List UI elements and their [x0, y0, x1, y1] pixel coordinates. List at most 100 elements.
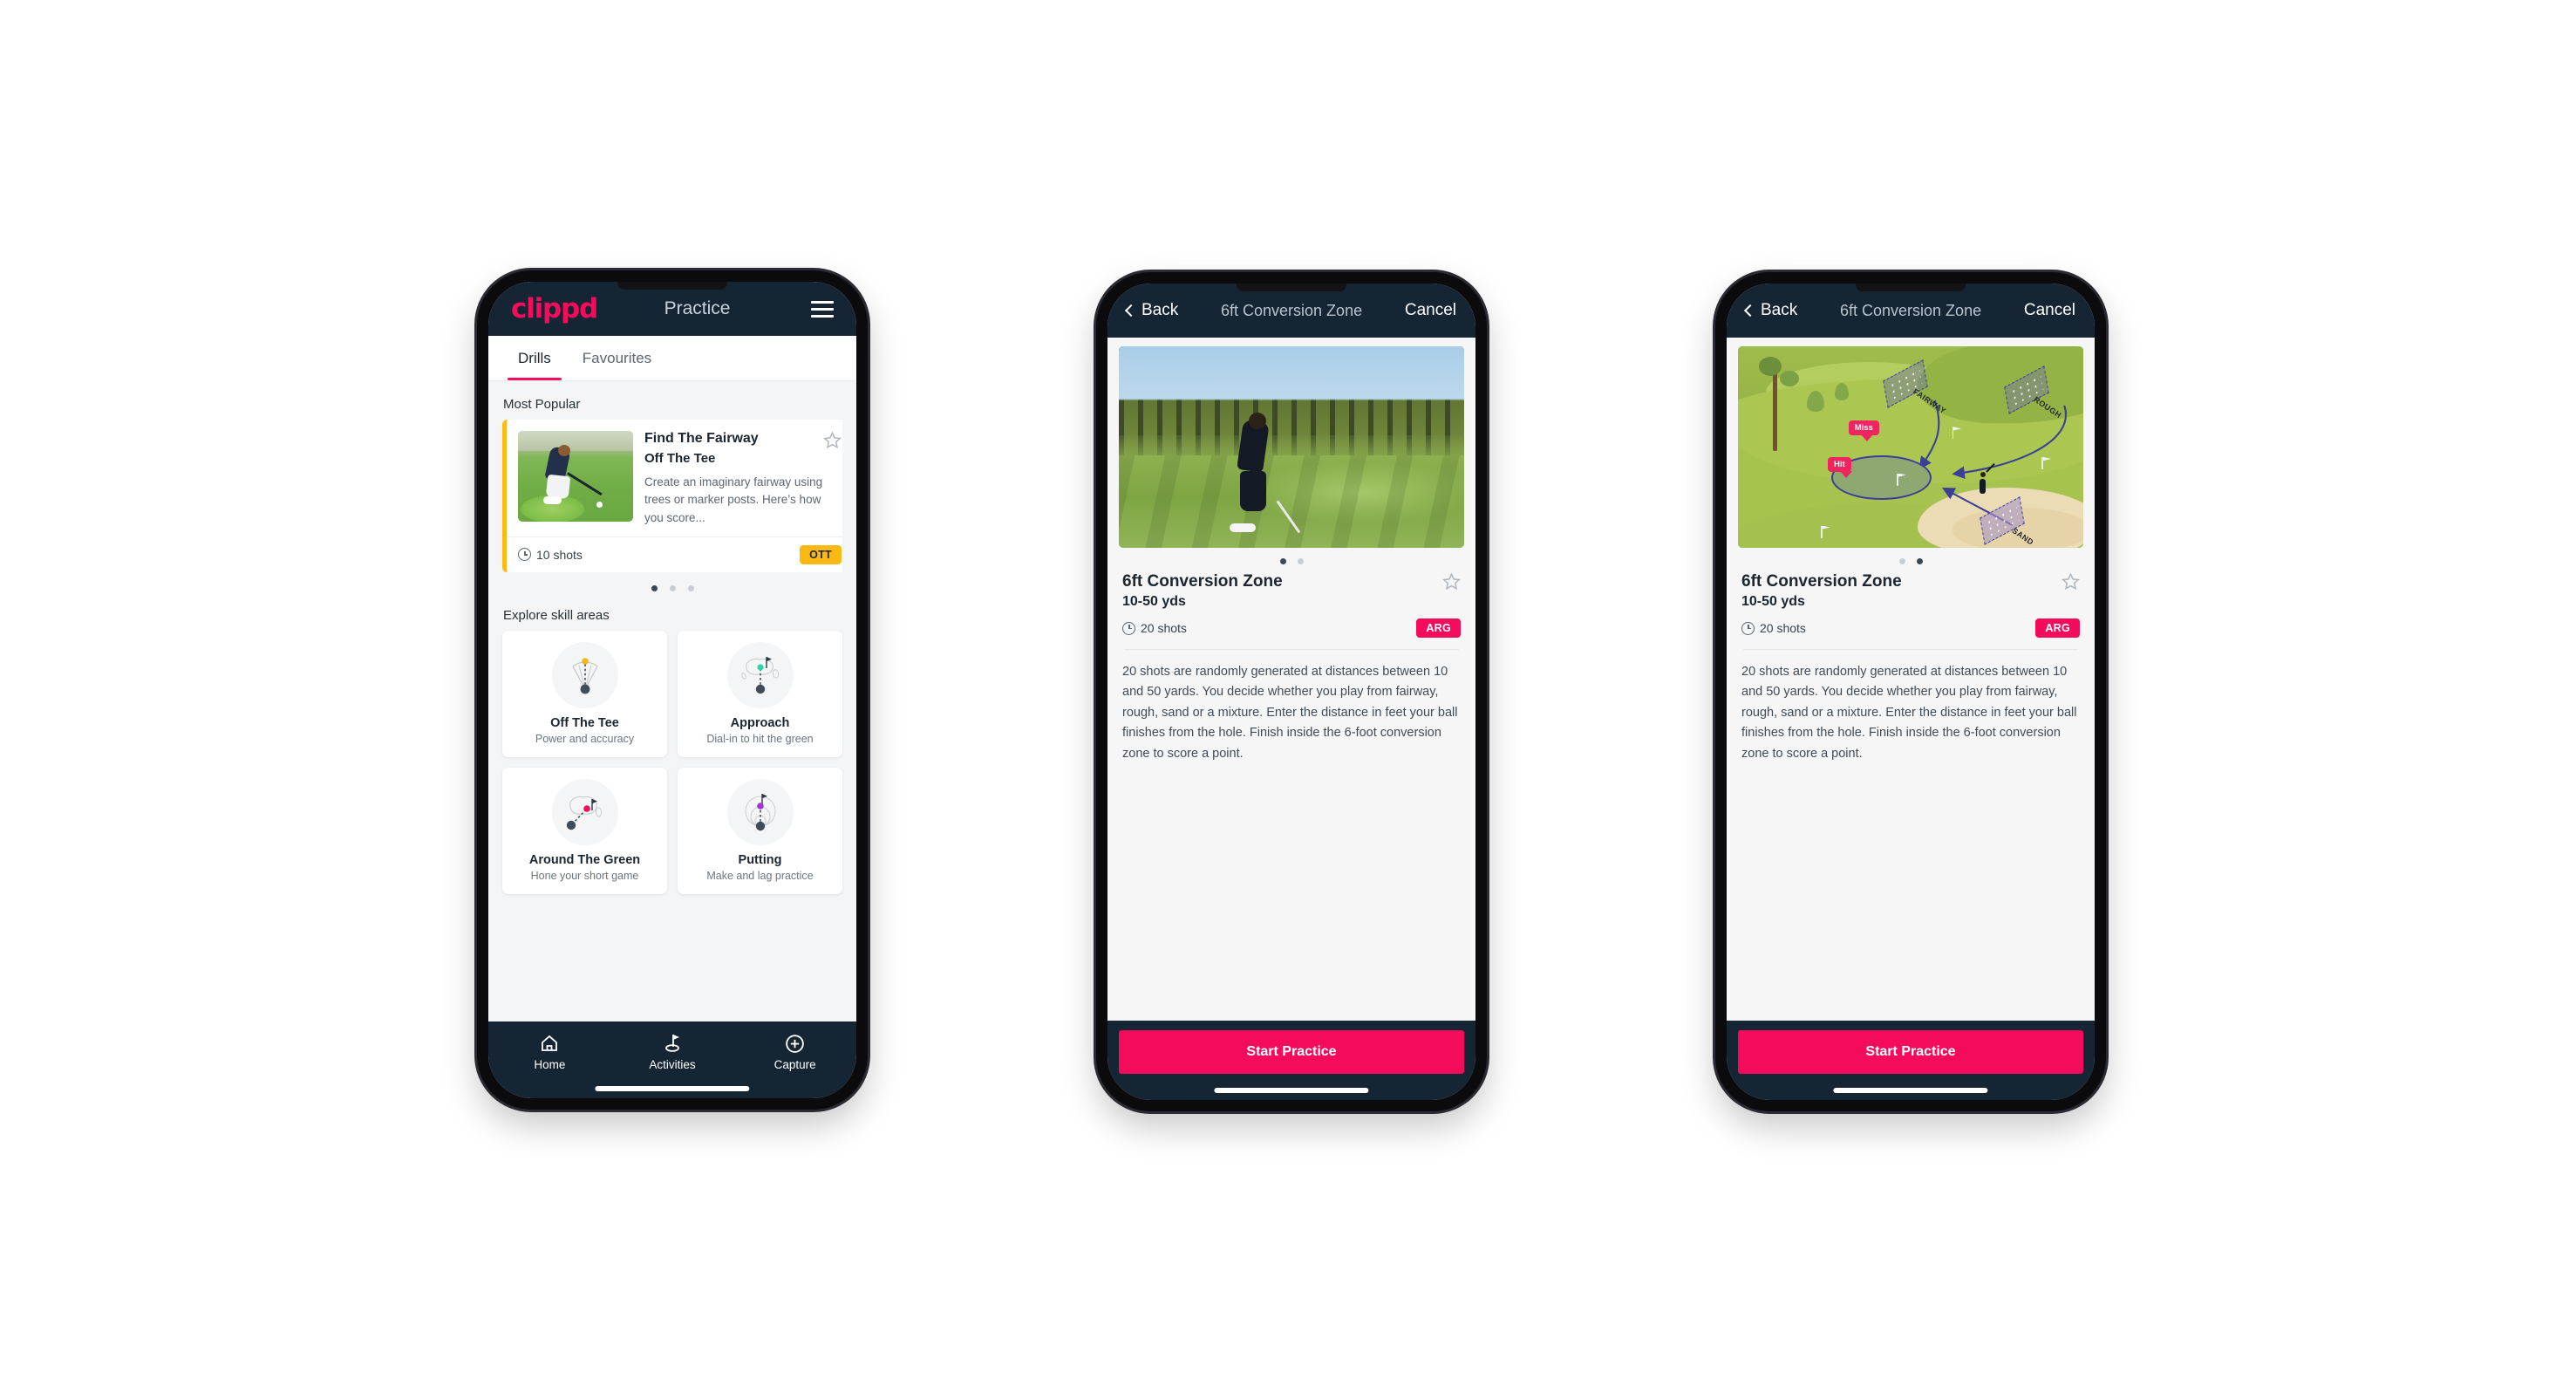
phone-mockup-drill-detail-illustration: Back 6ft Conversion Zone Cancel FAIRWAY … [1715, 272, 2106, 1111]
detail-title: 6ft Conversion Zone [1221, 301, 1363, 319]
skill-badge-arg: ARG [2035, 618, 2080, 638]
nav-item-home[interactable]: Home [488, 1032, 611, 1071]
practice-scroll-body: Most Popular Find The Fairway Off The Te… [488, 381, 856, 1021]
drill-card[interactable]: Find The Fairway Off The Tee Create an i… [502, 420, 842, 572]
skill-card-title: Around The Green [528, 852, 641, 867]
tab-favourites[interactable]: Favourites [567, 336, 667, 380]
clock-icon [518, 548, 531, 562]
phone-mockup-practice-list: clippd Practice Drills Favourites Most P… [477, 270, 868, 1110]
skill-card-off-the-tee[interactable]: Off The Tee Power and accuracy [502, 630, 667, 757]
drill-detail-header: 6ft Conversion Zone 10-50 yds 20 shots A… [1738, 572, 2083, 650]
phone-notch [617, 282, 727, 290]
phone-notch [1237, 284, 1346, 291]
phone3-screen: Back 6ft Conversion Zone Cancel FAIRWAY … [1727, 284, 2095, 1100]
skill-card-approach[interactable]: Approach Dial-in to hit the green [678, 630, 842, 757]
drill-description: Create an imaginary fairway using trees … [644, 475, 823, 524]
carousel-dot-3[interactable] [687, 584, 694, 591]
cancel-button[interactable]: Cancel [1405, 301, 1456, 320]
drill-shots-label: 10 shots [536, 547, 583, 562]
skill-card-desc: Make and lag practice [706, 869, 814, 882]
skill-card-around-the-green[interactable]: Around The Green Hone your short game [502, 767, 667, 894]
star-outline-icon[interactable] [1442, 572, 1461, 591]
drill-card-footer: 10 shots OTT [507, 536, 842, 572]
nav-label: Home [534, 1058, 566, 1071]
cancel-button[interactable]: Cancel [2024, 301, 2075, 320]
skill-card-title: Approach [730, 715, 790, 730]
marker-hit: Hit [1827, 457, 1852, 479]
skill-card-putting[interactable]: Putting Make and lag practice [678, 767, 842, 894]
around-green-icon [551, 778, 618, 845]
drill-shots-label: 20 shots [1760, 621, 1806, 635]
skill-area-grid: Off The Tee Power and accuracy Approach … [502, 630, 842, 894]
star-outline-icon[interactable] [823, 431, 842, 449]
star-outline-icon[interactable] [2061, 572, 2080, 591]
drill-detail-title: 6ft Conversion Zone [1122, 572, 1283, 591]
phone-notch [1856, 284, 1966, 291]
bottom-navigation: Home Activities Capture [488, 1021, 856, 1098]
skill-badge-ott: OTT [800, 544, 842, 564]
phone2-screen: Back 6ft Conversion Zone Cancel 6ft Conv… [1107, 284, 1475, 1100]
drill-card-top: Find The Fairway Off The Tee Create an i… [507, 420, 842, 536]
marker-miss: Miss [1848, 420, 1879, 442]
start-practice-button[interactable]: Start Practice [1119, 1030, 1464, 1074]
home-icon [488, 1032, 611, 1055]
drill-shots: 20 shots [1741, 621, 2035, 635]
tab-drills[interactable]: Drills [502, 336, 567, 380]
drill-distance: 10-50 yds [1741, 594, 1805, 609]
drill-shots: 10 shots [518, 548, 800, 562]
flag-pin [1897, 473, 1898, 486]
detail-navbar: Back 6ft Conversion Zone Cancel [1727, 284, 2095, 338]
drill-detail-description: 20 shots are randomly generated at dista… [1122, 665, 1458, 761]
drill-shots: 20 shots [1122, 621, 1416, 635]
golf-flag-icon [611, 1032, 734, 1055]
phone-mockup-drill-detail-photo: Back 6ft Conversion Zone Cancel 6ft Conv… [1096, 272, 1487, 1111]
phone1-screen: clippd Practice Drills Favourites Most P… [488, 282, 856, 1098]
cta-container: Start Practice [1727, 1021, 2095, 1100]
home-indicator [1833, 1088, 1988, 1093]
media-dot-2[interactable] [1297, 558, 1304, 564]
nav-item-activities[interactable]: Activities [611, 1032, 734, 1071]
explore-heading: Explore skill areas [503, 607, 610, 623]
back-label: Back [1761, 301, 1798, 319]
drill-media-photo[interactable] [1119, 346, 1464, 548]
start-practice-button[interactable]: Start Practice [1738, 1030, 2083, 1074]
course-illustration: FAIRWAY ROUGH SAND Miss Hit [1738, 346, 2083, 548]
drill-detail-description: 20 shots are randomly generated at dista… [1741, 665, 2077, 761]
skill-card-desc: Dial-in to hit the green [706, 732, 814, 745]
carousel-dots [502, 572, 842, 603]
drill-shots-label: 20 shots [1141, 621, 1187, 635]
back-button[interactable]: Back [1743, 301, 1798, 320]
home-indicator [595, 1086, 750, 1091]
carousel-dot-2[interactable] [669, 584, 676, 591]
app-header: clippd Practice [488, 282, 856, 336]
drill-meta: Find The Fairway Off The Tee Create an i… [644, 431, 842, 527]
detail-title: 6ft Conversion Zone [1840, 301, 1982, 319]
media-dot-1[interactable] [1898, 558, 1905, 564]
detail-body: 6ft Conversion Zone 10-50 yds 20 shots A… [1107, 338, 1475, 1021]
media-dot-2[interactable] [1916, 558, 1923, 564]
flag-pin [1952, 427, 1954, 440]
back-button[interactable]: Back [1124, 301, 1179, 320]
skill-badge-arg: ARG [1416, 618, 1461, 638]
drill-detail-header: 6ft Conversion Zone 10-50 yds 20 shots A… [1119, 572, 1464, 650]
back-label: Back [1141, 301, 1179, 319]
screenshot-stage: clippd Practice Drills Favourites Most P… [0, 0, 2576, 1387]
skill-card-desc: Hone your short game [530, 869, 639, 882]
drill-media-illustration[interactable]: FAIRWAY ROUGH SAND Miss Hit [1738, 346, 2083, 548]
chevron-left-icon [1743, 304, 1757, 318]
detail-body: FAIRWAY ROUGH SAND Miss Hit 6ft Conversi… [1727, 338, 2095, 1021]
nav-label: Capture [773, 1058, 816, 1071]
skill-card-desc: Power and accuracy [535, 732, 635, 745]
most-popular-heading: Most Popular [503, 397, 581, 412]
drill-category: Off The Tee [644, 451, 716, 466]
media-dot-1[interactable] [1279, 558, 1286, 564]
skill-card-title: Putting [738, 852, 782, 867]
clock-icon [1741, 621, 1755, 635]
clock-icon [1122, 621, 1135, 635]
nav-item-capture[interactable]: Capture [733, 1032, 856, 1071]
drill-thumbnail [518, 431, 633, 522]
drill-carousel[interactable]: Find The Fairway Off The Tee Create an i… [502, 420, 842, 572]
cta-container: Start Practice [1107, 1021, 1475, 1100]
carousel-dot-1[interactable] [651, 584, 658, 591]
hamburger-icon[interactable] [811, 300, 834, 318]
